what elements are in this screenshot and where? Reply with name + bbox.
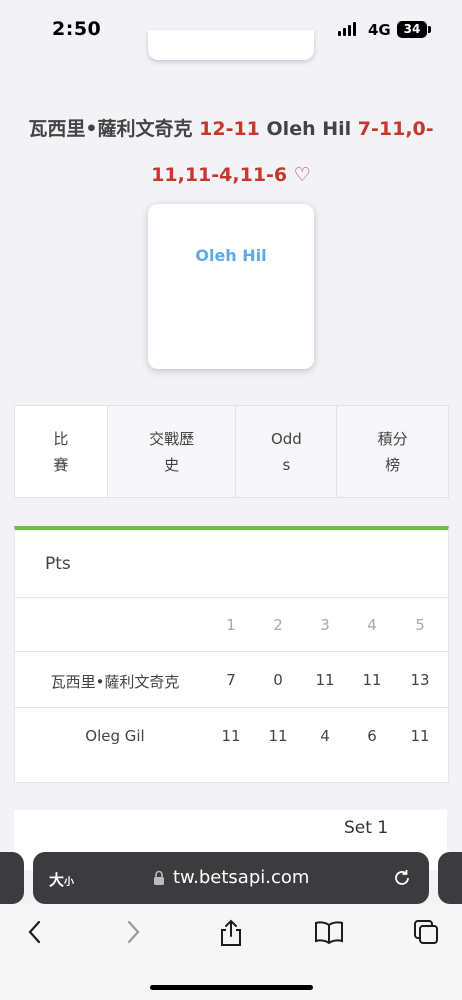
tab-odds-label-2: s	[282, 455, 291, 474]
set-header-3: 3	[320, 616, 330, 634]
team-card[interactable]: Oleh Hil	[148, 204, 314, 369]
battery-tip	[428, 26, 431, 33]
points-title: Pts	[45, 554, 71, 574]
divider	[15, 597, 448, 598]
text-size-label-small: 小	[64, 877, 75, 888]
set-header-1: 1	[226, 616, 236, 634]
share-icon[interactable]	[217, 918, 245, 948]
row-point: 11	[268, 727, 288, 745]
player-card-top[interactable]	[148, 30, 314, 60]
status-time: 2:50	[52, 18, 102, 40]
back-icon[interactable]	[24, 918, 46, 946]
tab-standings[interactable]: 積分榜	[337, 406, 448, 497]
row-point: 6	[367, 727, 377, 745]
row-point: 4	[320, 727, 330, 745]
forward-icon[interactable]	[122, 918, 144, 946]
set-scores-line1: 7-11,0-	[357, 118, 434, 140]
tab-head-to-head[interactable]: 交戰歷史	[108, 406, 237, 497]
set-label: Set 1	[344, 818, 389, 838]
tab-bar: 比賽 交戰歷史 Odd s 積分榜	[14, 405, 449, 498]
row-player-name: 瓦西里•薩利文奇克	[50, 673, 180, 691]
tab-match-label-2: 賽	[53, 455, 69, 474]
row-point: 11	[362, 671, 382, 689]
away-player-name[interactable]: Oleh Hil	[267, 118, 352, 140]
signal-icon	[338, 22, 356, 36]
home-player-name[interactable]: 瓦西里•薩利文奇克	[28, 118, 192, 140]
url-text[interactable]: tw.betsapi.com	[173, 867, 309, 888]
tab-odds-label-1: Odd	[270, 429, 302, 448]
row-point: 11	[221, 727, 241, 745]
battery-icon: 34	[397, 21, 427, 38]
reload-icon[interactable]	[391, 867, 413, 889]
address-bar[interactable]: 大小 tw.betsapi.com	[33, 852, 429, 904]
row-point: 11	[410, 727, 430, 745]
row-player-name: Oleg Gil	[85, 727, 145, 745]
row-point: 11	[315, 671, 335, 689]
match-title: 瓦西里•薩利文奇克 12-11 Oleh Hil 7-11,0- 11,11-4…	[24, 106, 438, 198]
tab-h2h-label-2: 史	[164, 455, 180, 474]
next-tab-preview[interactable]	[438, 852, 462, 904]
set-header-5: 5	[415, 616, 425, 634]
network-type: 4G	[368, 21, 391, 39]
set-scores-line2: 11,11-4,11-6	[151, 164, 288, 186]
set-header-2: 2	[273, 616, 283, 634]
tab-standings-label-1: 積分	[377, 429, 408, 448]
tab-match[interactable]: 比賽	[15, 406, 108, 497]
team-card-name[interactable]: Oleh Hil	[148, 246, 314, 265]
set-score: 12-11	[199, 118, 260, 140]
tab-odds[interactable]: Odd s	[236, 406, 338, 497]
text-size-label: 大	[49, 871, 65, 889]
row-point: 0	[273, 671, 283, 689]
tabs-icon[interactable]	[412, 918, 440, 946]
text-size-button[interactable]: 大小	[49, 869, 74, 890]
favorite-heart-icon[interactable]: ♡	[294, 164, 311, 186]
divider	[15, 651, 448, 652]
row-point: 7	[226, 671, 236, 689]
tab-h2h-label-1: 交戰歷	[149, 429, 195, 448]
row-point: 13	[410, 671, 430, 689]
tab-match-label-1: 比	[53, 429, 69, 448]
previous-tab-preview[interactable]	[0, 852, 24, 904]
points-card: Pts 1 2 3 4 5 瓦西里•薩利文奇克 7 0 11 11 13 Ole…	[14, 526, 449, 783]
divider	[15, 707, 448, 708]
lock-icon	[154, 870, 164, 885]
tab-standings-label-2: 榜	[385, 455, 401, 474]
set-header-4: 4	[367, 616, 377, 634]
home-indicator	[150, 985, 313, 990]
bookmarks-icon[interactable]	[313, 918, 345, 946]
